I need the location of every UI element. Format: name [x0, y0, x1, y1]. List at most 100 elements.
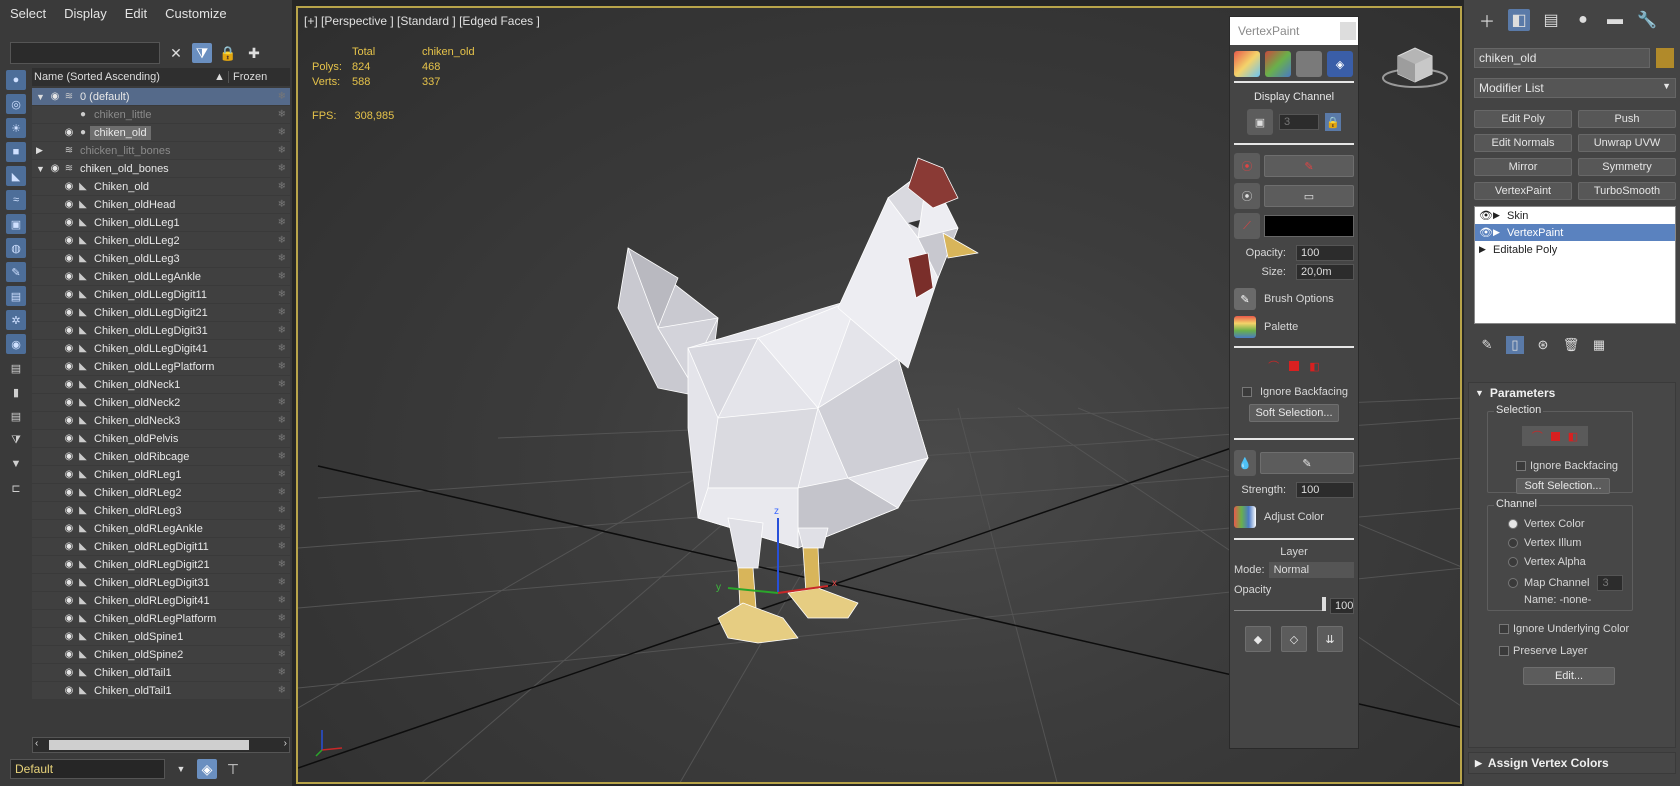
visibility-eye-icon[interactable]: ◉ — [62, 343, 76, 354]
freeze-icon[interactable]: ❄ — [278, 577, 286, 588]
brush-options-row[interactable]: ✎ Brush Options — [1230, 288, 1358, 310]
menu-customize[interactable]: Customize — [165, 6, 226, 21]
visibility-eye-icon[interactable]: ◉ — [62, 325, 76, 336]
stack-item-editable-poly[interactable]: ▶ Editable Poly — [1475, 241, 1675, 258]
freeze-icon[interactable]: ❄ — [278, 199, 286, 210]
tree-row[interactable]: ◉ ◣ Chiken_oldLLeg3 ❄ — [32, 250, 290, 268]
element-select-icon[interactable]: ◧ — [1568, 430, 1578, 443]
soft-selection-button[interactable]: Soft Selection... — [1249, 404, 1339, 422]
visibility-eye-icon[interactable]: ◉ — [62, 433, 76, 444]
tree-row[interactable]: ◉ ◣ Chiken_oldNeck2 ❄ — [32, 394, 290, 412]
utilities-tab-icon[interactable]: 🔧 — [1636, 9, 1658, 31]
visibility-eye-icon[interactable]: ◉ — [62, 127, 76, 138]
tree-row[interactable]: ◉ ◣ Chiken_oldLLeg1 ❄ — [32, 214, 290, 232]
make-unique-icon[interactable]: ⊛ — [1534, 336, 1552, 354]
group-filter-icon[interactable]: ▣ — [6, 214, 26, 234]
display-list-icon[interactable]: ▤ — [6, 358, 26, 378]
freeze-icon[interactable]: ❄ — [278, 145, 286, 156]
eye-icon[interactable]: 👁 — [1479, 226, 1493, 239]
erase-all-icon[interactable]: ⦿ — [1234, 183, 1260, 209]
freeze-icon[interactable]: ❄ — [278, 451, 286, 462]
tree-row[interactable]: ◉ ◣ Chiken_oldLLegDigit21 ❄ — [32, 304, 290, 322]
motion-tab-icon[interactable]: ● — [1572, 9, 1594, 31]
freeze-icon[interactable]: ❄ — [278, 217, 286, 228]
tree-row[interactable]: ◉ ◣ Chiken_oldRLegDigit31 ❄ — [32, 574, 290, 592]
column-name-header[interactable]: Name (Sorted Ascending) — [32, 71, 214, 83]
layer-explorer-icon[interactable]: ◈ — [197, 759, 217, 779]
visibility-eye-icon[interactable]: ◉ — [62, 487, 76, 498]
tree-row[interactable]: ◉ ◣ Chiken_oldRLeg2 ❄ — [32, 484, 290, 502]
layer-opacity-slider-handle[interactable] — [1322, 597, 1326, 611]
visibility-eye-icon[interactable]: ◉ — [62, 415, 76, 426]
turbosmooth-button[interactable]: TurboSmooth — [1578, 182, 1676, 200]
freeze-icon[interactable]: ❄ — [278, 559, 286, 570]
freeze-icon[interactable]: ❄ — [278, 289, 286, 300]
show-end-result-icon[interactable]: ▯ — [1506, 336, 1524, 354]
tree-row[interactable]: ◉ ◣ Chiken_oldRLegDigit11 ❄ — [32, 538, 290, 556]
blur-drop-icon[interactable]: 💧 — [1234, 450, 1256, 476]
vertex-color-display-icon[interactable] — [1234, 51, 1260, 77]
visibility-eye-icon[interactable]: ◉ — [62, 361, 76, 372]
delete-modifier-icon[interactable]: 🗑 — [1562, 336, 1580, 354]
visibility-eye-icon[interactable]: ◉ — [62, 235, 76, 246]
visibility-eye-icon[interactable]: ◉ — [62, 559, 76, 570]
expand-icon[interactable]: ▼ — [36, 92, 48, 102]
modifier-list-dropdown[interactable]: Modifier List ▼ — [1474, 78, 1676, 98]
parameters-header[interactable]: ▼ Parameters — [1469, 383, 1675, 403]
freeze-icon[interactable]: ❄ — [278, 415, 286, 426]
layer-mode-select[interactable]: Normal — [1268, 562, 1354, 578]
tree-row[interactable]: ◉ ◣ Chiken_oldRLegDigit21 ❄ — [32, 556, 290, 574]
object-name-field[interactable]: chiken_old — [1474, 48, 1650, 68]
funnel-icon[interactable]: ▼ — [6, 454, 26, 474]
freeze-icon[interactable]: ❄ — [278, 307, 286, 318]
visibility-eye-icon[interactable]: ◉ — [62, 469, 76, 480]
radio-vertex-color[interactable]: Vertex Color — [1508, 518, 1585, 530]
vertexpaint-titlebar[interactable]: VertexPaint — [1230, 17, 1358, 45]
tree-row[interactable]: ▼ ◉ ≋ 0 (default) ❄ — [32, 88, 290, 106]
tree-row[interactable]: ◉ ◣ Chiken_oldNeck3 ❄ — [32, 412, 290, 430]
layer-dropdown-icon[interactable]: ▼ — [171, 759, 191, 779]
helper-filter-icon[interactable]: ◣ — [6, 166, 26, 186]
modify-tab-icon[interactable]: ◧ — [1508, 9, 1530, 31]
search-input[interactable] — [10, 42, 160, 64]
edit-normals-button[interactable]: Edit Normals — [1474, 134, 1572, 152]
map-channel-spinner[interactable]: 3 — [1597, 575, 1624, 591]
layer-opacity-slider[interactable] — [1234, 597, 1326, 611]
object-color-swatch[interactable] — [1656, 48, 1674, 68]
tree-row[interactable]: ◉ ◣ Chiken_old ❄ — [32, 178, 290, 196]
tree-row[interactable]: ◉ ◣ Chiken_oldLLegPlatform ❄ — [32, 358, 290, 376]
tree-row[interactable]: ◉ ◣ Chiken_oldLLeg2 ❄ — [32, 232, 290, 250]
menu-edit[interactable]: Edit — [125, 6, 147, 21]
freeze-icon[interactable]: ❄ — [278, 271, 286, 282]
add-layer-icon[interactable]: ✚ — [244, 43, 264, 63]
delete-layer-icon[interactable]: ◇ — [1281, 626, 1307, 652]
eyedropper-icon[interactable]: ⟋ — [1234, 213, 1260, 239]
freeze-icon[interactable]: ❄ — [278, 523, 286, 534]
tree-row[interactable]: ◉ ◣ Chiken_oldRLegDigit41 ❄ — [32, 592, 290, 610]
freeze-icon[interactable]: ❄ — [278, 685, 286, 696]
hierarchy-tab-icon[interactable]: ▤ — [1540, 9, 1562, 31]
shaded-display-icon[interactable] — [1265, 51, 1291, 77]
freeze-icon[interactable]: ❄ — [278, 595, 286, 606]
ignore-backfacing-checkbox[interactable] — [1242, 387, 1252, 397]
freeze-icon[interactable]: ❄ — [278, 505, 286, 516]
scroll-thumb[interactable] — [49, 740, 249, 750]
scroll-right-icon[interactable]: › — [284, 738, 287, 749]
viewcube[interactable] — [1380, 44, 1450, 94]
create-tab-icon[interactable]: ＋ — [1476, 9, 1498, 31]
visibility-eye-icon[interactable]: ◉ — [62, 541, 76, 552]
vertex-select-icon[interactable]: ⌒ — [1532, 428, 1543, 444]
freeze-icon[interactable]: ❄ — [278, 667, 286, 678]
expand-icon[interactable]: ▶ — [1493, 210, 1507, 221]
scroll-left-icon[interactable]: ‹ — [35, 738, 38, 749]
freeze-icon[interactable]: ❄ — [278, 397, 286, 408]
visibility-eye-icon[interactable]: ◉ — [62, 253, 76, 264]
close-panel-button[interactable] — [1340, 22, 1356, 40]
tree-row[interactable]: ▶ ≋ chicken_litt_bones ❄ — [32, 142, 290, 160]
particle-filter-icon[interactable]: ✲ — [6, 310, 26, 330]
active-layer-select[interactable]: Default — [10, 759, 165, 779]
visibility-eye-icon[interactable]: ◉ — [62, 307, 76, 318]
visibility-filter-icon[interactable]: ◉ — [6, 334, 26, 354]
shield-display-icon[interactable]: ◈ — [1327, 51, 1353, 77]
visibility-eye-icon[interactable]: ◉ — [62, 217, 76, 228]
